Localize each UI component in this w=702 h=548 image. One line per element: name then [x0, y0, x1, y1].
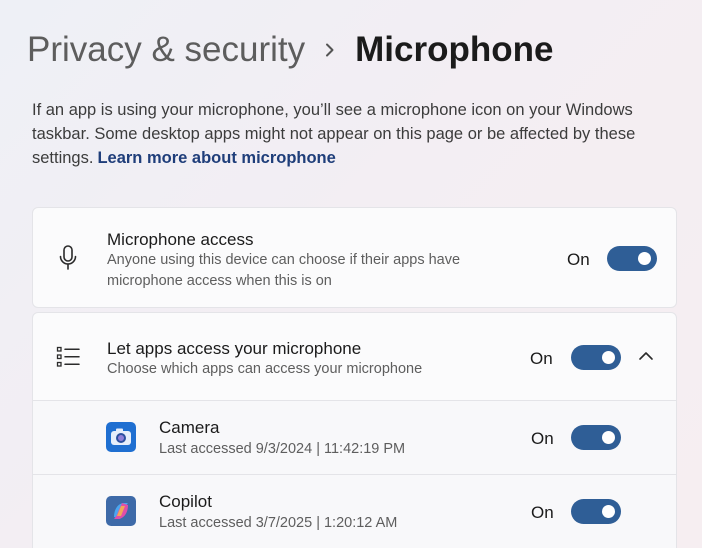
breadcrumb: Privacy & security Microphone: [27, 30, 553, 70]
toggle-knob: [602, 505, 615, 518]
apps-access-card: Let apps access your microphone Choose w…: [32, 312, 677, 548]
microphone-icon: [55, 244, 81, 272]
app-row-camera: Camera Last accessed 9/3/2024 | 11:42:19…: [33, 401, 676, 475]
microphone-access-title: Microphone access: [107, 230, 254, 249]
app-state: On: [531, 503, 554, 522]
app-last-accessed: Last accessed 9/3/2024 | 11:42:19 PM: [159, 441, 406, 457]
app-name: Camera: [159, 418, 220, 437]
microphone-access-card: Microphone access Anyone using this devi…: [32, 207, 677, 308]
microphone-access-state: On: [567, 250, 590, 269]
page-title: Microphone: [355, 30, 554, 69]
microphone-access-toggle[interactable]: [607, 246, 657, 271]
apps-access-subtitle: Choose which apps can access your microp…: [107, 361, 423, 377]
app-state: On: [531, 429, 554, 448]
copilot-app-icon: [106, 496, 136, 526]
camera-microphone-toggle[interactable]: [571, 425, 621, 450]
toggle-knob: [602, 351, 615, 364]
list-icon: [55, 344, 81, 370]
microphone-access-subtitle-line1: Anyone using this device can choose if t…: [107, 252, 461, 268]
app-last-accessed: Last accessed 3/7/2025 | 1:20:12 AM: [159, 515, 398, 531]
breadcrumb-parent-link[interactable]: Privacy & security: [27, 30, 305, 70]
chevron-right-icon: [305, 43, 355, 57]
camera-app-icon: [106, 422, 136, 452]
microphone-access-subtitle-line2: microphone access when this is on: [107, 273, 332, 289]
apps-access-header-row[interactable]: Let apps access your microphone Choose w…: [33, 313, 676, 401]
app-row-copilot: Copilot Last accessed 3/7/2025 | 1:20:12…: [33, 475, 676, 548]
page-description: If an app is using your microphone, you’…: [32, 98, 682, 170]
copilot-microphone-toggle[interactable]: [571, 499, 621, 524]
toggle-knob: [602, 431, 615, 444]
apps-access-toggle[interactable]: [571, 345, 621, 370]
app-name: Copilot: [159, 492, 212, 511]
toggle-knob: [638, 252, 651, 265]
learn-more-link[interactable]: Learn more about microphone: [97, 149, 335, 167]
chevron-up-icon[interactable]: [638, 349, 654, 367]
apps-access-title: Let apps access your microphone: [107, 339, 362, 358]
apps-access-state: On: [530, 349, 553, 368]
